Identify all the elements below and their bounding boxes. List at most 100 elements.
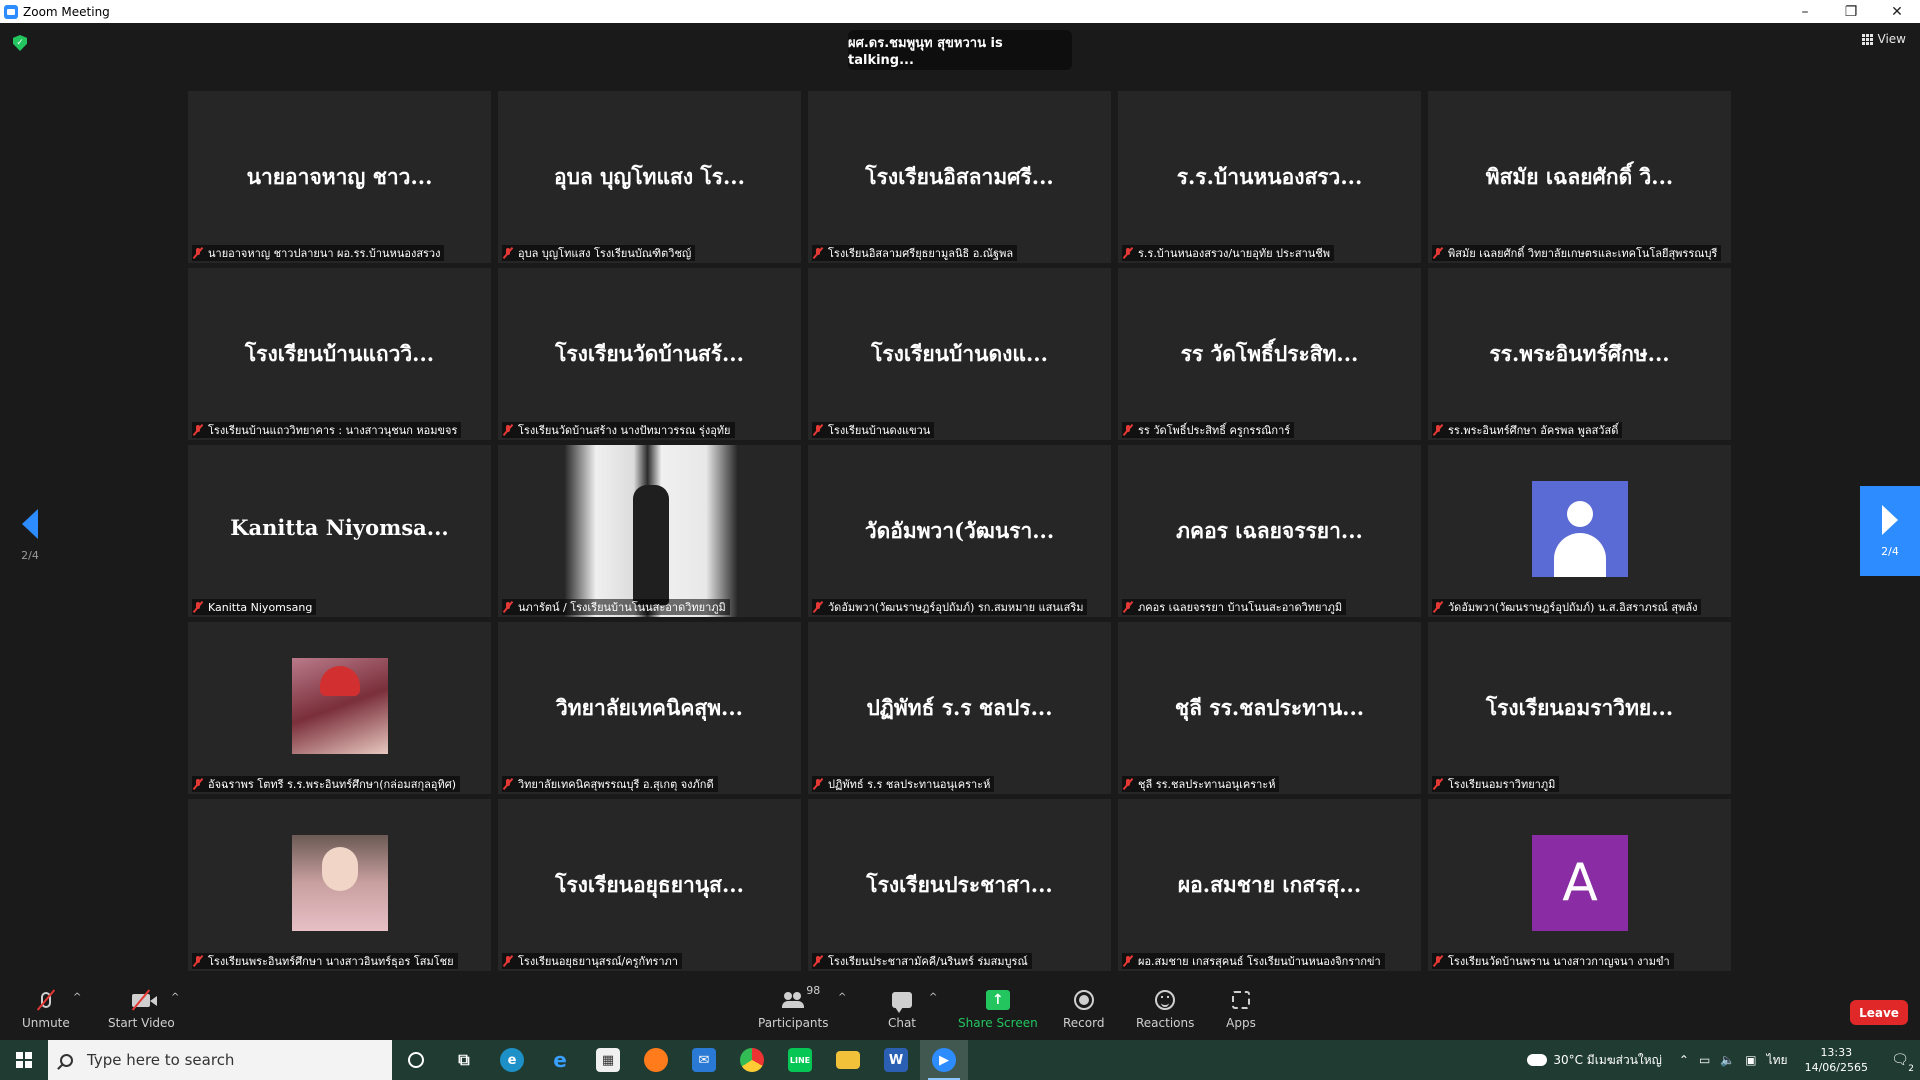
security-shield-icon[interactable]: ✓ bbox=[13, 35, 27, 51]
participants-count: 98 bbox=[806, 984, 821, 997]
participant-name-label: ปฏิพัทธ์ ร.ร ชลประทานอนุเคราะห์ bbox=[812, 776, 995, 792]
participants-options-caret[interactable]: ^ bbox=[838, 992, 846, 1003]
participant-tile[interactable]: โรงเรียนอิสลามศรี... โรงเรียนอิสลามศรียุธ… bbox=[808, 91, 1111, 263]
participant-tile[interactable]: วิทยาลัยเทคนิคสุพ... วิทยาลัยเทคนิคสุพรรณ… bbox=[498, 622, 801, 794]
participant-tile[interactable]: พิสมัย เฉลยศักดิ์ วิ... พิสมัย เฉลยศักดิ์… bbox=[1428, 91, 1731, 263]
restore-button[interactable]: ❐ bbox=[1828, 0, 1874, 23]
participant-display-name: ภคอร เฉลยจรรยา... bbox=[1176, 518, 1363, 543]
view-button[interactable]: View bbox=[1861, 32, 1906, 46]
grid-view-icon bbox=[1861, 33, 1873, 45]
word-app[interactable]: W bbox=[872, 1040, 920, 1080]
participant-tile[interactable]: นายอาจหาญ ชาว... นายอาจหาญ ชาวปลายนา ผอ.ร… bbox=[188, 91, 491, 263]
reactions-button[interactable]: Reactions bbox=[1136, 988, 1194, 1030]
network-icon[interactable]: ▣ bbox=[1745, 1053, 1756, 1067]
record-icon bbox=[1069, 988, 1099, 1012]
participant-name-label: ผอ.สมชาย เกสรสุคนธ์ โรงเรียนบ้านหนองจิกร… bbox=[1122, 953, 1385, 969]
clock[interactable]: 13:33 14/06/2565 bbox=[1805, 1045, 1868, 1075]
participant-tile[interactable]: วัดอัมพวา(วัฒนราษฎร์อุปถัมภ์) น.ส.อิสราภ… bbox=[1428, 445, 1731, 617]
internet-explorer-app[interactable]: e bbox=[536, 1040, 584, 1080]
participant-name-label: วัดอัมพวา(วัฒนราษฎร์อุปถัมภ์) รก.สมหมาย … bbox=[812, 599, 1088, 615]
record-button[interactable]: Record bbox=[1063, 988, 1104, 1030]
apps-button[interactable]: Apps bbox=[1226, 988, 1256, 1030]
participant-tile[interactable]: รร วัดโพธิ์ประสิท... รร วัดโพธิ์ประสิทธิ์… bbox=[1118, 268, 1421, 440]
leave-button[interactable]: Leave bbox=[1850, 1000, 1908, 1025]
video-options-caret[interactable]: ^ bbox=[171, 992, 179, 1003]
task-view-button[interactable]: ⧉ bbox=[440, 1040, 488, 1080]
meeting-area: ✓ ผศ.ดร.ชมพูนุท สุขหวาน is talking... Vi… bbox=[0, 23, 1920, 978]
share-screen-button[interactable]: ↑ Share Screen bbox=[958, 988, 1038, 1030]
smiley-icon bbox=[1150, 988, 1180, 1012]
clock-date: 14/06/2565 bbox=[1804, 1061, 1868, 1074]
participant-tile[interactable]: โรงเรียนอมราวิทย... โรงเรียนอมราวิทยาภูมิ bbox=[1428, 622, 1731, 794]
weather-widget[interactable]: 30°C มีเมฆส่วนใหญ่ bbox=[1527, 1051, 1662, 1070]
firefox-app[interactable] bbox=[632, 1040, 680, 1080]
reactions-label: Reactions bbox=[1136, 1016, 1195, 1030]
audio-options-caret[interactable]: ^ bbox=[73, 992, 81, 1003]
participant-tile[interactable]: ร.ร.บ้านหนองสรว... ร.ร.บ้านหนองสรวง/นายอุ… bbox=[1118, 91, 1421, 263]
next-page-button[interactable]: 2/4 bbox=[1860, 486, 1920, 576]
participant-tile[interactable]: ผอ.สมชาย เกสรสุ... ผอ.สมชาย เกสรสุคนธ์ โร… bbox=[1118, 799, 1421, 971]
gallery-grid: นายอาจหาญ ชาว... นายอาจหาญ ชาวปลายนา ผอ.ร… bbox=[188, 91, 1732, 971]
store-app[interactable]: ▦ bbox=[584, 1040, 632, 1080]
participant-tile[interactable]: Kanitta Niyomsa... Kanitta Niyomsang bbox=[188, 445, 491, 617]
microphone-muted-icon bbox=[192, 778, 204, 790]
line-app[interactable]: LINE bbox=[776, 1040, 824, 1080]
chevron-up-icon[interactable]: ⌃ bbox=[1679, 1053, 1689, 1067]
zoom-app[interactable]: ▶ bbox=[920, 1040, 968, 1080]
participant-tile[interactable]: อัจฉราพร โตทรี ร.ร.พระอินทร์ศึกษา(กล่อมส… bbox=[188, 622, 491, 794]
participant-tile[interactable]: วัดอัมพวา(วัฒนรา... วัดอัมพวา(วัฒนราษฎร์อ… bbox=[808, 445, 1111, 617]
share-screen-icon: ↑ bbox=[983, 988, 1013, 1012]
microphone-muted-icon bbox=[192, 247, 204, 259]
participant-display-name: โรงเรียนประชาสา... bbox=[866, 872, 1053, 897]
participant-tile[interactable]: ภคอร เฉลยจรรยา... ภคอร เฉลยจรรยา บ้านโนนส… bbox=[1118, 445, 1421, 617]
participant-tile[interactable]: โรงเรียนบ้านแถววิ... โรงเรียนบ้านแถววิทยา… bbox=[188, 268, 491, 440]
edge-icon: e bbox=[500, 1048, 524, 1072]
unmute-label: Unmute bbox=[22, 1016, 70, 1030]
start-video-button[interactable]: Start Video bbox=[108, 988, 175, 1030]
participants-button[interactable]: 98 Participants bbox=[758, 984, 829, 1030]
mail-app[interactable]: ✉ bbox=[680, 1040, 728, 1080]
participant-tile[interactable]: นภารัตน์ / โรงเรียนบ้านโนนสะอาดวิทยาภูมิ bbox=[498, 445, 801, 617]
previous-page-button[interactable]: 2/4 bbox=[14, 509, 46, 562]
language-indicator[interactable]: ไทย bbox=[1767, 1051, 1788, 1070]
participant-tile[interactable]: โรงเรียนบ้านดงแ... โรงเรียนบ้านดงแขวน bbox=[808, 268, 1111, 440]
minimize-button[interactable]: – bbox=[1782, 0, 1828, 23]
notification-center-button[interactable]: 🗨 2 bbox=[1880, 1040, 1920, 1080]
participant-tile[interactable]: ปฏิพัทธ์ ร.ร ชลปร... ปฏิพัทธ์ ร.ร ชลประทา… bbox=[808, 622, 1111, 794]
participant-tile[interactable]: อุบล บุญโทแสง โร... อุบล บุญโทแสง โรงเรีย… bbox=[498, 91, 801, 263]
chat-options-caret[interactable]: ^ bbox=[929, 992, 937, 1003]
participant-display-name: รร วัดโพธิ์ประสิท... bbox=[1180, 341, 1359, 366]
chat-button[interactable]: Chat bbox=[887, 988, 917, 1030]
participant-tile[interactable]: A โรงเรียนวัดบ้านพราน นางสาวกาญจนา งามขำ bbox=[1428, 799, 1731, 971]
camera-off-icon bbox=[126, 988, 158, 1012]
file-explorer-app[interactable] bbox=[824, 1040, 872, 1080]
participant-name-label: นภารัตน์ / โรงเรียนบ้านโนนสะอาดวิทยาภูมิ bbox=[502, 599, 730, 615]
participant-name-label: โรงเรียนพระอินทร์ศึกษา นางสาวอินทร์ธุอร … bbox=[192, 953, 458, 969]
edge-app[interactable]: e bbox=[488, 1040, 536, 1080]
page-indicator: 2/4 bbox=[1881, 544, 1899, 558]
participant-full-name: โรงเรียนอยุธยานุสรณ์/ครูกัทราภา bbox=[518, 955, 678, 968]
participant-tile[interactable]: รร.พระอินทร์ศึกษ... รร.พระอินทร์ศึกษา อัค… bbox=[1428, 268, 1731, 440]
zoom-window: Zoom Meeting – ❐ ✕ ✓ ผศ.ดร.ชมพูนุท สุขหว… bbox=[0, 0, 1920, 1080]
start-button[interactable] bbox=[0, 1040, 48, 1080]
volume-muted-icon[interactable]: 🔈 bbox=[1720, 1053, 1735, 1067]
participant-display-name: รร.พระอินทร์ศึกษ... bbox=[1489, 341, 1670, 366]
participant-tile[interactable]: โรงเรียนอยุธยานุส... โรงเรียนอยุธยานุสรณ์… bbox=[498, 799, 801, 971]
profile-photo bbox=[292, 658, 388, 754]
window-title: Zoom Meeting bbox=[23, 4, 110, 19]
participant-tile[interactable]: โรงเรียนวัดบ้านสร้... โรงเรียนวัดบ้านสร้า… bbox=[498, 268, 801, 440]
unmute-button[interactable]: Unmute bbox=[22, 988, 70, 1030]
participant-display-name: โรงเรียนบ้านแถววิ... bbox=[244, 341, 435, 366]
participant-tile[interactable]: โรงเรียนประชาสา... โรงเรียนประชาสามัคคี/น… bbox=[808, 799, 1111, 971]
cortana-button[interactable] bbox=[392, 1040, 440, 1080]
taskbar-search-input[interactable]: Type here to search bbox=[48, 1040, 392, 1080]
participant-full-name: โรงเรียนอมราวิทยาภูมิ bbox=[1448, 778, 1556, 791]
participant-tile[interactable]: โรงเรียนพระอินทร์ศึกษา นางสาวอินทร์ธุอร … bbox=[188, 799, 491, 971]
close-button[interactable]: ✕ bbox=[1874, 0, 1920, 23]
battery-icon[interactable]: ▭ bbox=[1699, 1053, 1710, 1067]
participant-full-name: ภคอร เฉลยจรรยา บ้านโนนสะอาดวิทยาภูมิ bbox=[1138, 601, 1343, 614]
title-bar: Zoom Meeting – ❐ ✕ bbox=[0, 0, 1920, 23]
word-icon: W bbox=[884, 1048, 908, 1072]
chrome-app[interactable] bbox=[728, 1040, 776, 1080]
participant-tile[interactable]: ชุลี รร.ชลประทาน... ชุลี รร.ชลประทานอนุเค… bbox=[1118, 622, 1421, 794]
